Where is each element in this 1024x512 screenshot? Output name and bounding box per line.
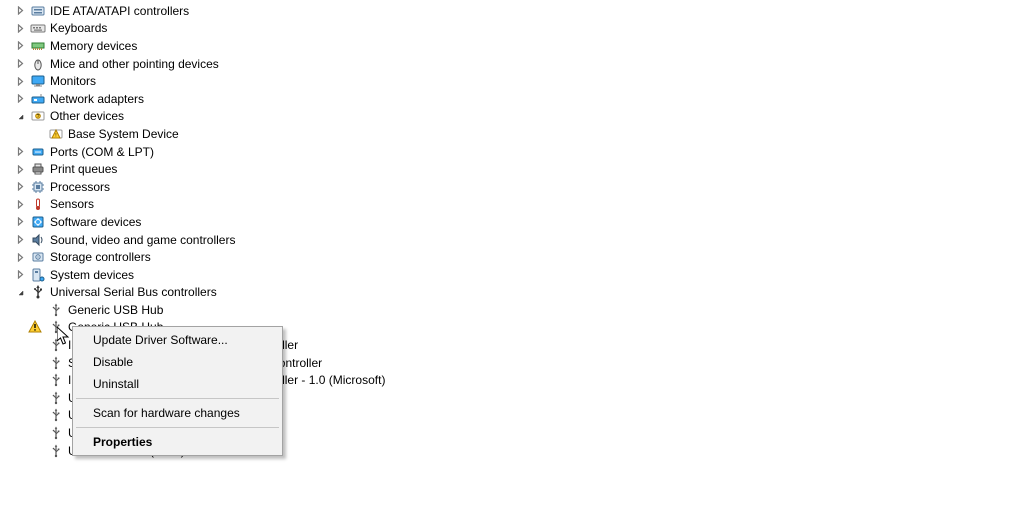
usb-plug-icon (48, 372, 64, 388)
network-icon (30, 91, 46, 107)
tree-item-label: Sensors (50, 197, 94, 211)
mouse-icon (30, 56, 46, 72)
tree-item[interactable]: Generic USB Hub (0, 301, 1024, 319)
tree-item[interactable]: Print queues (0, 160, 1024, 178)
monitor-icon (30, 73, 46, 89)
tree-item[interactable]: Network adapters (0, 90, 1024, 108)
ide-icon (30, 3, 46, 19)
tree-item-label: Base System Device (68, 127, 179, 141)
chevron-right-icon[interactable] (15, 146, 26, 157)
memory-icon (30, 38, 46, 54)
menu-separator (76, 398, 279, 399)
tree-item-label: Keyboards (50, 21, 107, 35)
tree-item[interactable]: Ports (COM & LPT) (0, 143, 1024, 161)
usb-plug-icon (48, 337, 64, 353)
chevron-right-icon[interactable] (15, 199, 26, 210)
tree-item-label: IDE ATA/ATAPI controllers (50, 4, 189, 18)
tree-item-label: Software devices (50, 215, 141, 229)
menu-item[interactable]: Properties (75, 431, 280, 453)
menu-separator (76, 427, 279, 428)
tree-item[interactable]: Memory devices (0, 37, 1024, 55)
context-menu[interactable]: Update Driver Software...DisableUninstal… (72, 326, 283, 456)
chevron-down-icon[interactable] (15, 287, 26, 298)
chevron-right-icon[interactable] (15, 93, 26, 104)
chevron-right-icon[interactable] (15, 234, 26, 245)
tree-item-label: Other devices (50, 109, 124, 123)
chevron-right-icon[interactable] (15, 58, 26, 69)
tree-item-label: Universal Serial Bus controllers (50, 285, 217, 299)
chevron-right-icon[interactable] (15, 269, 26, 280)
tree-item[interactable]: Software devices (0, 213, 1024, 231)
tree-item[interactable]: Universal Serial Bus controllers (0, 284, 1024, 302)
chevron-right-icon[interactable] (15, 252, 26, 263)
svg-text:?: ? (37, 114, 40, 120)
tree-item[interactable]: Mice and other pointing devices (0, 55, 1024, 73)
chevron-right-icon[interactable] (15, 216, 26, 227)
chevron-right-icon[interactable] (15, 164, 26, 175)
system-icon (30, 267, 46, 283)
storage-icon (30, 249, 46, 265)
tree-item-label: Mice and other pointing devices (50, 57, 219, 71)
tree-item[interactable]: ! Base System Device (0, 125, 1024, 143)
usb-plug-icon (48, 443, 64, 459)
menu-item[interactable]: Scan for hardware changes (75, 402, 280, 424)
tree-item[interactable]: Storage controllers (0, 248, 1024, 266)
keyboard-icon (30, 20, 46, 36)
svg-text:!: ! (55, 133, 56, 139)
tree-item-label: Processors (50, 180, 110, 194)
tree-item[interactable]: System devices (0, 266, 1024, 284)
port-icon (30, 144, 46, 160)
usb-plug-icon (48, 390, 64, 406)
chevron-down-icon[interactable] (15, 111, 26, 122)
tree-item-label: Sound, video and game controllers (50, 233, 235, 247)
usb-icon (30, 284, 46, 300)
tree-item[interactable]: Monitors (0, 72, 1024, 90)
tree-item-label: Ports (COM & LPT) (50, 145, 154, 159)
sensor-icon (30, 196, 46, 212)
other-dev-icon: ! (48, 126, 64, 142)
menu-item[interactable]: Uninstall (75, 373, 280, 395)
sound-icon (30, 232, 46, 248)
tree-item[interactable]: Processors (0, 178, 1024, 196)
tree-item[interactable]: IDE ATA/ATAPI controllers (0, 2, 1024, 20)
tree-item-label: System devices (50, 268, 134, 282)
tree-item[interactable]: Keyboards (0, 20, 1024, 38)
tree-item[interactable]: Sensors (0, 196, 1024, 214)
tree-item[interactable]: Sound, video and game controllers (0, 231, 1024, 249)
chevron-right-icon[interactable] (15, 181, 26, 192)
tree-item-label: Print queues (50, 162, 117, 176)
tree-item-label: Network adapters (50, 92, 144, 106)
other-icon: ? (30, 108, 46, 124)
tree-item-label: Generic USB Hub (68, 303, 163, 317)
tree-item-label: Storage controllers (50, 250, 151, 264)
printer-icon (30, 161, 46, 177)
cpu-icon (30, 179, 46, 195)
usb-plug-icon (48, 425, 64, 441)
chevron-right-icon[interactable] (15, 23, 26, 34)
usb-plug-icon (48, 302, 64, 318)
chevron-right-icon[interactable] (15, 40, 26, 51)
usb-plug-icon (48, 407, 64, 423)
usb-plug-icon (48, 319, 64, 335)
usb-plug-icon (48, 355, 64, 371)
menu-item[interactable]: Update Driver Software... (75, 329, 280, 351)
tree-item-label: Monitors (50, 74, 96, 88)
menu-item[interactable]: Disable (75, 351, 280, 373)
software-icon (30, 214, 46, 230)
tree-item[interactable]: ? Other devices (0, 108, 1024, 126)
chevron-right-icon[interactable] (15, 76, 26, 87)
chevron-right-icon[interactable] (15, 5, 26, 16)
tree-item-label: Memory devices (50, 39, 137, 53)
